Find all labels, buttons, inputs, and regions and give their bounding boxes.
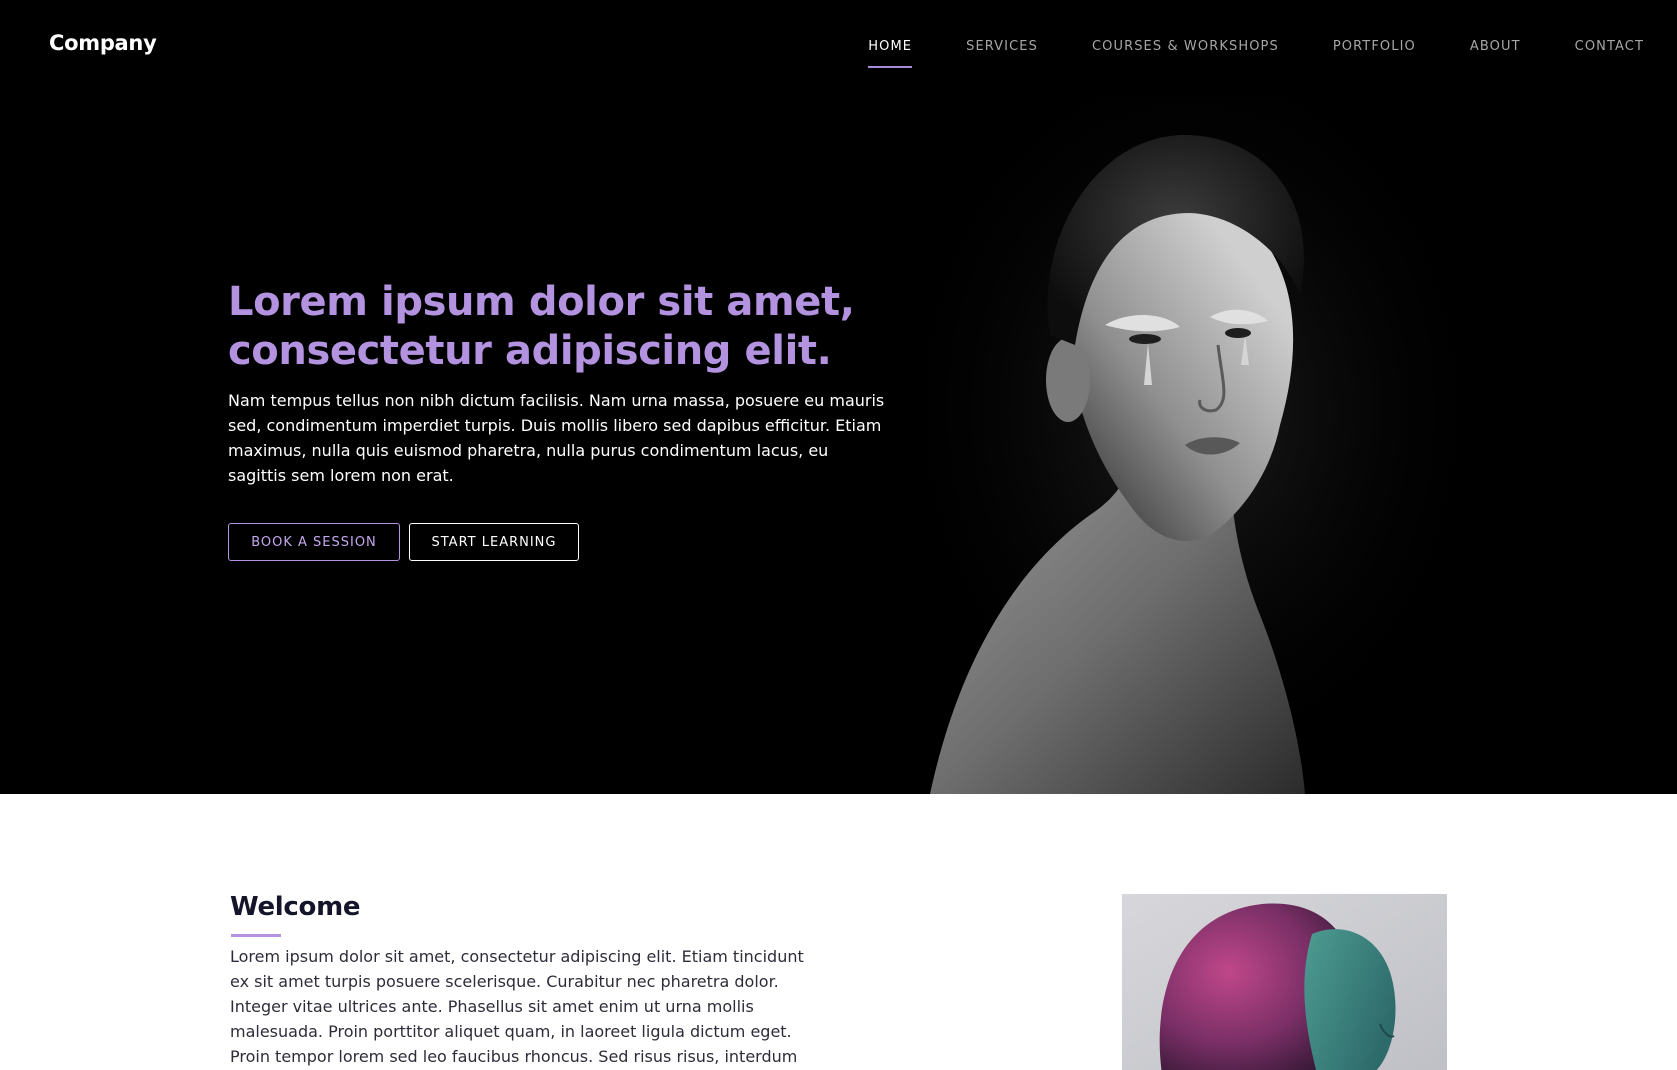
welcome-heading: Welcome [230,892,361,922]
nav-item-about[interactable]: ABOUT [1470,39,1521,68]
nav-item-courses-workshops[interactable]: COURSES & WORKSHOPS [1092,39,1279,68]
hero-portrait-image [900,95,1460,794]
nav-item-label: SERVICES [966,39,1038,54]
nav-active-indicator [868,66,913,68]
company-logo[interactable]: Company [49,31,157,55]
book-session-button[interactable]: BOOK A SESSION [228,523,400,561]
nav-item-label: HOME [868,39,913,54]
nav-item-label: CONTACT [1574,39,1644,54]
welcome-heading-underline [231,934,281,937]
welcome-portrait-image [1122,894,1447,1070]
nav-item-contact[interactable]: CONTACT [1575,39,1644,68]
nav-item-label: COURSES & WORKSHOPS [1091,39,1279,54]
hero-buttons: BOOK A SESSION START LEARNING [228,523,579,561]
site-header: Company HOME SERVICES COURSES & WORKSHOP… [0,0,1677,95]
nav-item-services[interactable]: SERVICES [966,39,1038,68]
nav-item-portfolio[interactable]: PORTFOLIO [1333,39,1416,68]
hero-title: Lorem ipsum dolor sit amet, consectetur … [228,279,855,374]
nav-item-label: PORTFOLIO [1332,39,1416,54]
nav-item-home[interactable]: HOME [868,39,913,68]
main-nav: HOME SERVICES COURSES & WORKSHOPS PORTFO… [868,39,1644,68]
hero-section: Lorem ipsum dolor sit amet, consectetur … [0,0,1677,794]
hero-text-block: Lorem ipsum dolor sit amet, consectetur … [228,278,908,488]
welcome-section: Welcome Lorem ipsum dolor sit amet, cons… [0,794,1677,1070]
hero-description: Nam tempus tellus non nibh dictum facili… [228,391,885,485]
welcome-text: Lorem ipsum dolor sit amet, consectetur … [230,947,804,1066]
start-learning-button[interactable]: START LEARNING [409,523,579,561]
nav-item-label: ABOUT [1469,39,1521,54]
